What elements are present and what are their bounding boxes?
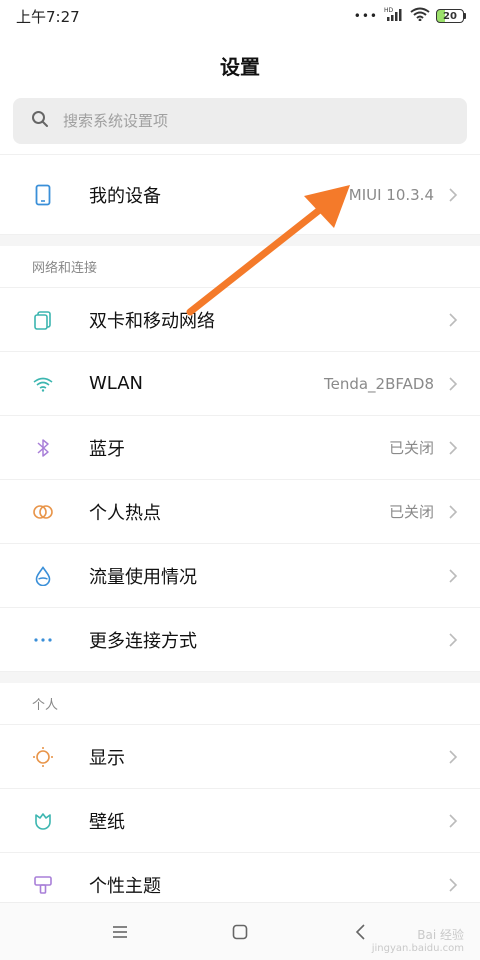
status-bar: 上午7:27 ••• HD 20 xyxy=(0,0,480,32)
settings-item-wallpaper[interactable]: 壁纸 xyxy=(0,789,480,853)
settings-item-data-usage[interactable]: 流量使用情况 xyxy=(0,544,480,608)
settings-item-value: 已关闭 xyxy=(388,439,434,457)
settings-item-bluetooth[interactable]: 蓝牙 已关闭 xyxy=(0,416,480,480)
section-gap xyxy=(0,235,480,246)
settings-item-label: 个人热点 xyxy=(89,502,161,524)
page-title: 设置 xyxy=(220,55,260,79)
chevron-right-icon xyxy=(449,813,458,828)
watermark-brand: Bai 经验 xyxy=(417,928,464,942)
sim-card-icon xyxy=(32,309,54,331)
wifi-icon xyxy=(32,373,54,395)
menu-icon xyxy=(113,925,127,938)
brush-icon xyxy=(32,874,54,896)
settings-item-wlan[interactable]: WLAN Tenda_2BFAD8 xyxy=(0,352,480,416)
chevron-right-icon xyxy=(449,749,458,764)
settings-item-display[interactable]: 显示 xyxy=(0,725,480,789)
status-time: 上午7:27 xyxy=(16,7,80,26)
wifi-icon xyxy=(410,7,430,25)
battery-icon: 20 xyxy=(436,9,466,23)
settings-item-my-device[interactable]: 我的设备 MIUI 10.3.4 xyxy=(0,155,480,235)
section-header-personal: 个人 xyxy=(0,683,480,725)
watermark: Bai 经验 jingyan.baidu.com xyxy=(372,926,464,954)
tulip-icon xyxy=(32,810,54,832)
chevron-right-icon xyxy=(449,312,458,327)
chevron-right-icon xyxy=(449,440,458,455)
watermark-url: jingyan.baidu.com xyxy=(371,943,464,954)
home-square-icon xyxy=(232,924,248,939)
chevron-right-icon xyxy=(449,376,458,391)
settings-item-label: WLAN xyxy=(89,373,144,394)
settings-item-label: 流量使用情况 xyxy=(89,566,197,588)
phone-icon xyxy=(32,184,54,206)
section-header-network: 网络和连接 xyxy=(0,246,480,288)
settings-item-hotspot[interactable]: 个人热点 已关闭 xyxy=(0,480,480,544)
settings-item-value: MIUI 10.3.4 xyxy=(348,185,434,204)
chevron-right-icon xyxy=(449,504,458,519)
chevron-right-icon xyxy=(449,632,458,647)
settings-item-label: 双卡和移动网络 xyxy=(89,310,215,332)
settings-item-label: 壁纸 xyxy=(89,811,125,833)
chevron-right-icon xyxy=(449,878,458,892)
search-box[interactable] xyxy=(13,98,467,144)
settings-item-value: Tenda_2BFAD8 xyxy=(323,374,434,393)
section-gap xyxy=(0,672,480,683)
status-icons: ••• HD 20 xyxy=(354,7,466,25)
settings-item-label: 我的设备 xyxy=(89,185,161,207)
settings-item-label: 蓝牙 xyxy=(89,438,125,460)
bluetooth-icon xyxy=(32,437,54,459)
settings-item-label: 显示 xyxy=(89,747,125,769)
home-button[interactable] xyxy=(220,912,260,952)
more-horizontal-icon xyxy=(32,629,54,651)
network-type-label: HD xyxy=(384,7,394,14)
water-drop-icon xyxy=(32,565,54,587)
hotspot-icon xyxy=(32,501,54,523)
chevron-right-icon xyxy=(449,568,458,583)
settings-item-label: 个性主题 xyxy=(89,876,161,897)
more-dots-icon: ••• xyxy=(353,9,378,23)
brightness-icon xyxy=(32,746,54,768)
chevron-right-icon xyxy=(449,187,458,202)
search-icon xyxy=(31,110,49,132)
settings-item-more-connections[interactable]: 更多连接方式 xyxy=(0,608,480,672)
battery-level: 20 xyxy=(436,9,464,23)
menu-button[interactable] xyxy=(100,912,140,952)
back-arrow-icon xyxy=(355,923,365,940)
settings-item-dual-sim[interactable]: 双卡和移动网络 xyxy=(0,288,480,352)
settings-item-value: 已关闭 xyxy=(388,503,434,521)
settings-item-label: 更多连接方式 xyxy=(89,630,197,652)
search-input[interactable] xyxy=(63,112,423,130)
signal-icon: HD xyxy=(384,7,404,25)
